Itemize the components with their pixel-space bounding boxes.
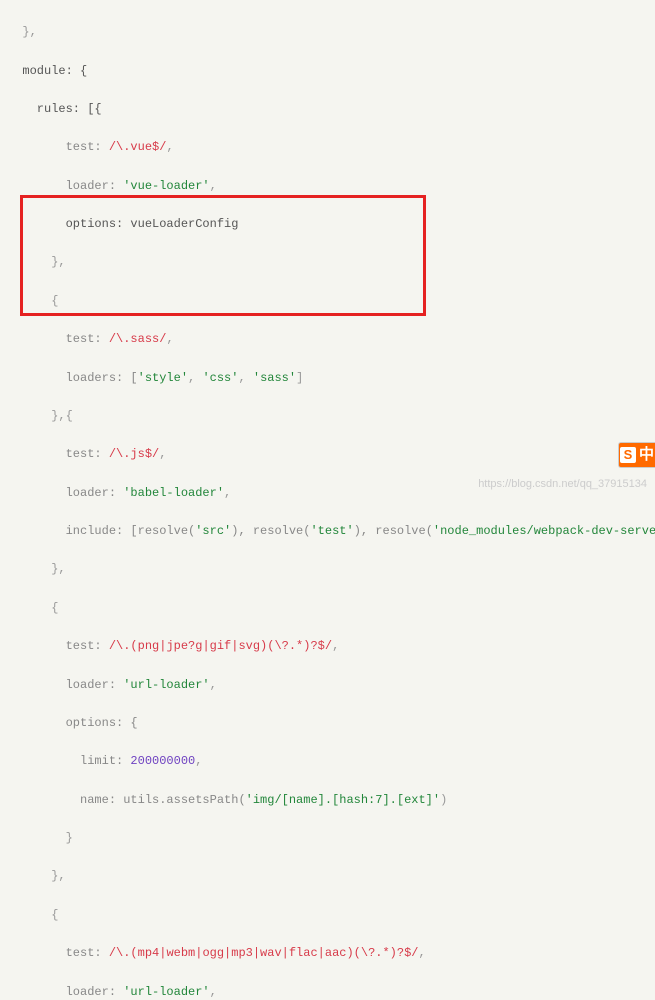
code-line: include: [resolve('src'), resolve('test'… bbox=[8, 522, 647, 541]
code-line: { bbox=[8, 599, 647, 618]
watermark-text: https://blog.csdn.net/qq_37915134 bbox=[478, 476, 647, 494]
code-line: test: /\.vue$/, bbox=[8, 138, 647, 157]
code-line: }, bbox=[8, 23, 647, 42]
code-line: name: utils.assetsPath('img/[name].[hash… bbox=[8, 791, 647, 810]
code-line: }, bbox=[8, 867, 647, 886]
code-line: rules: [{ bbox=[8, 100, 647, 119]
code-line: loader: 'url-loader', bbox=[8, 983, 647, 1000]
code-line: },{ bbox=[8, 407, 647, 426]
csdn-badge[interactable]: S中 bbox=[618, 442, 655, 468]
code-line: options: { bbox=[8, 714, 647, 733]
code-line: { bbox=[8, 906, 647, 925]
code-line: }, bbox=[8, 253, 647, 272]
code-line: loader: 'url-loader', bbox=[8, 676, 647, 695]
code-line: test: /\.js$/, bbox=[8, 445, 647, 464]
code-block: }, module: { rules: [{ test: /\.vue$/, l… bbox=[0, 0, 655, 1000]
code-line: } bbox=[8, 829, 647, 848]
code-line: test: /\.(mp4|webm|ogg|mp3|wav|flac|aac)… bbox=[8, 944, 647, 963]
code-line: loaders: ['style', 'css', 'sass'] bbox=[8, 369, 647, 388]
code-line: test: /\.(png|jpe?g|gif|svg)(\?.*)?$/, bbox=[8, 637, 647, 656]
code-line: options: vueLoaderConfig bbox=[8, 215, 647, 234]
code-line: test: /\.sass/, bbox=[8, 330, 647, 349]
code-line: limit: 200000000, bbox=[8, 752, 647, 771]
code-line: module: { bbox=[8, 62, 647, 81]
code-line: loader: 'vue-loader', bbox=[8, 177, 647, 196]
code-line: }, bbox=[8, 560, 647, 579]
code-line: { bbox=[8, 292, 647, 311]
